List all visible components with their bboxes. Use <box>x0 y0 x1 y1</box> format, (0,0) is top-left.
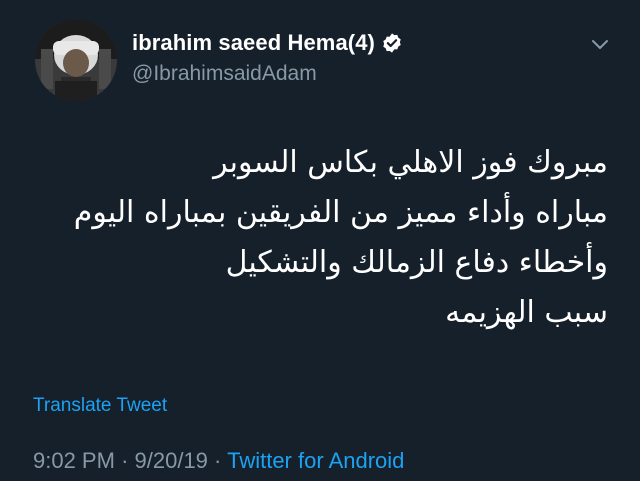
translate-tweet-link[interactable]: Translate Tweet <box>33 395 167 417</box>
tweet-meta: 9:02 PM · 9/20/19 · Twitter for Android <box>33 448 404 474</box>
avatar-image <box>35 19 117 101</box>
verified-badge-icon <box>381 32 403 54</box>
meta-separator: · <box>214 448 222 473</box>
tweet-text-line: مباراه وأداء مميز من الفريقين بمباراه ال… <box>73 195 608 230</box>
tweet-text-line: سبب الهزيمه <box>445 295 608 330</box>
tweet-source-link[interactable]: Twitter for Android <box>227 448 404 473</box>
chevron-down-icon[interactable] <box>590 38 610 52</box>
tweet-text-line: وأخطاء دفاع الزمالك والتشكيل <box>225 245 608 280</box>
tweet-text: مبروك فوز الاهلي بكاس السوبر مباراه وأداء… <box>48 138 608 338</box>
tweet-date: 9/20/19 <box>134 448 208 473</box>
tweet-time: 9:02 PM <box>33 448 115 473</box>
meta-separator: · <box>121 448 129 473</box>
avatar[interactable] <box>35 19 117 101</box>
author-display-name[interactable]: ibrahim saeed Hema(4) <box>132 30 375 56</box>
author-name-row[interactable]: ibrahim saeed Hema(4) <box>132 30 403 56</box>
tweet-text-line: مبروك فوز الاهلي بكاس السوبر <box>213 145 608 180</box>
author-handle[interactable]: @IbrahimsaidAdam <box>132 62 317 86</box>
tweet-card: ibrahim saeed Hema(4) @IbrahimsaidAdam م… <box>0 0 640 481</box>
